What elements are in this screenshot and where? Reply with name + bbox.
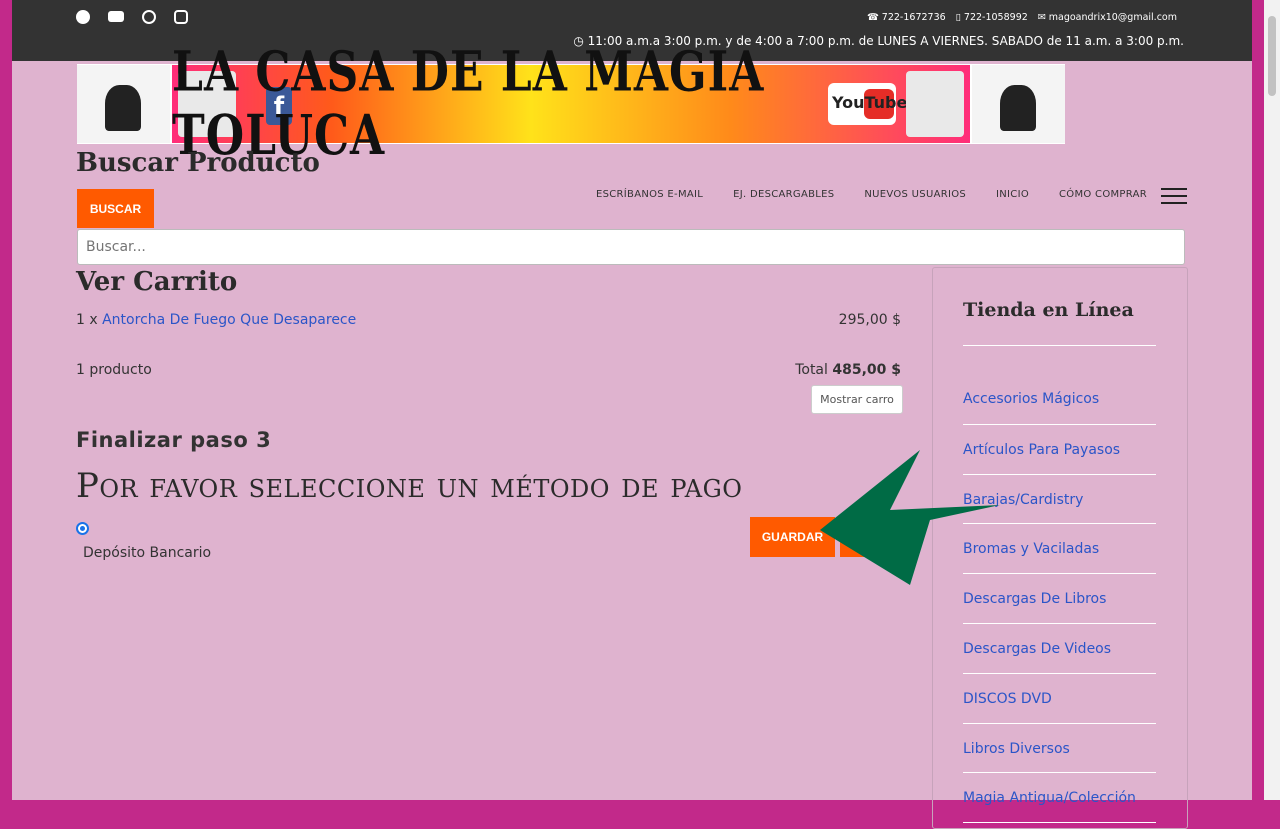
banner-center: f LA CASA DE LA MAGIA TOLUCA YouTube [172,40,970,168]
phone-contact: ☎ 722-1672736 [867,12,946,23]
cart-item-link[interactable]: Antorcha De Fuego Que Desaparece [102,312,356,328]
scrollbar[interactable] [1264,0,1280,800]
phone-2: 722-1058992 [963,12,1028,23]
nav-item-how-to-buy[interactable]: CÓMO COMPRAR [1059,189,1147,200]
mobile-icon: ▯ [955,12,961,23]
youtube-badge-text: YouTube [832,93,908,112]
category-item[interactable]: Libros Diversos [963,724,1156,774]
magician-logo-right [972,65,1065,143]
phone-1: 722-1672736 [881,12,946,23]
mobile-contact: ▯ 722-1058992 [956,12,1028,23]
cart-count: 1 producto [76,362,152,378]
category-item[interactable]: Magia Antigua/Colección [963,773,1156,824]
magician-logo-left [77,65,170,143]
pointer-arrow-icon [820,450,1000,585]
cart-line-item: 1 x Antorcha De Fuego Que Desaparece 295… [76,312,901,328]
search-input[interactable] [77,229,1185,265]
site-title: Buscar Producto [76,148,320,178]
payment-radio[interactable] [76,522,89,535]
nav-item-email[interactable]: ESCRÍBANOS E-MAIL [596,189,703,200]
payment-method-label: Depósito Bancario [83,545,212,561]
category-item[interactable]: Descargas De Videos [963,624,1156,674]
main-nav: ESCRÍBANOS E-MAIL EJ. DESCARGABLES NUEVO… [596,189,1147,200]
cart-item-desc: 1 x Antorcha De Fuego Que Desaparece [76,312,356,328]
contact-info: ☎ 722-1672736 ▯ 722-1058992 ✉ magoandrix10@… [867,12,1177,23]
cart-item-qty: 1 x [76,312,98,328]
sidebar-title: Tienda en Línea [963,299,1134,321]
email-contact[interactable]: ✉ magoandrix10@gmail.com [1038,12,1177,23]
cart-summary: 1 producto Total 485,00 $ [76,362,901,378]
payment-title: Por favor seleccione un método de pago [76,466,743,506]
nav-item-downloads[interactable]: EJ. DESCARGABLES [733,189,834,200]
cart-item-price: 295,00 $ [838,312,901,328]
envelope-icon: ✉ [1037,12,1046,23]
scrollbar-thumb[interactable] [1268,16,1276,96]
category-item[interactable]: DISCOS DVD [963,674,1156,724]
whatsapp-icon[interactable] [142,10,156,24]
checkout-step: Finalizar paso 3 [76,428,272,452]
hamburger-menu-icon[interactable] [1161,188,1187,206]
phone-icon: ☎ [866,12,879,23]
site-banner[interactable]: f LA CASA DE LA MAGIA TOLUCA YouTube [77,40,1065,168]
facebook-icon[interactable] [76,10,90,24]
total-label: Total [795,362,828,378]
social-links [76,10,188,24]
email-text: magoandrix10@gmail.com [1048,12,1177,23]
category-item[interactable]: Accesorios Mágicos [963,375,1156,425]
sidebar-divider [963,345,1156,346]
total-value: 485,00 $ [832,362,901,378]
page-container: ☎ 722-1672736 ▯ 722-1058992 ✉ magoandrix10@… [12,0,1252,829]
nav-item-new-users[interactable]: NUEVOS USUARIOS [864,189,966,200]
show-cart-button[interactable]: Mostrar carro [811,385,903,414]
nav-item-home[interactable]: INICIO [996,189,1029,200]
cart-title: Ver Carrito [76,267,238,297]
instagram-icon[interactable] [174,10,188,24]
youtube-icon[interactable] [108,11,124,22]
shop-logo-right [906,71,964,137]
cart-total: Total 485,00 $ [795,362,901,378]
search-button[interactable]: BUSCAR [77,189,154,228]
